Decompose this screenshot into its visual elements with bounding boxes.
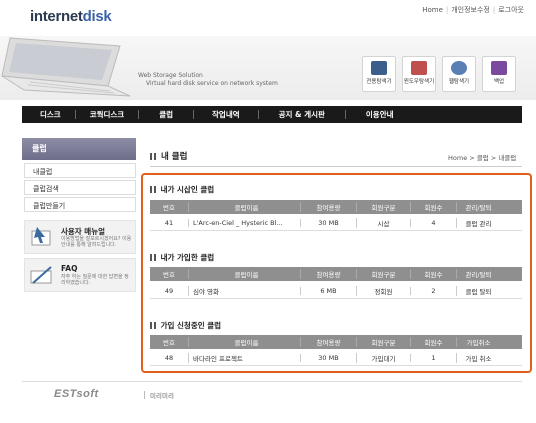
laptop-illustration (1, 37, 131, 97)
table-row: 49 심야 영화 6 MB 정회원 2 클럽 탈퇴 (150, 283, 522, 299)
table-header: 번호 클럽이름 참여용량 회원구분 회원수 관리/탈퇴 (150, 267, 522, 281)
sidebar-item-club-search[interactable]: 클럽검색 (24, 180, 136, 195)
table-header: 번호 클럽이름 참여용량 회원구분 회원수 가입취소 (150, 335, 522, 349)
page-title: 내 클럽 (150, 150, 187, 162)
main-nav: 디스크 코웍디스크 클럽 작업내역 공지 & 게시판 이용안내 (22, 106, 522, 123)
club-manage-link[interactable]: 클럽 관리 (456, 217, 500, 228)
nav-work-history[interactable]: 작업내역 (194, 109, 258, 120)
table-row: 41 L'Arc-en-Ciel _ Hysteric Bl... 30 MB 시삽 4… (150, 215, 522, 231)
breadcrumb: Home > 클럽 > 내클럽 (448, 154, 517, 162)
user-manual-banner[interactable]: 사용자 매뉴얼 이용방법을 잘모르시겠어요? 이용안내를 통해 알려드립니다. (24, 220, 136, 254)
section-title-owned: 내가 시삽인 클럽 (150, 184, 214, 195)
section-title-pending: 가입 신청중인 클럽 (150, 320, 221, 331)
footer-link[interactable]: 미리미리 (150, 390, 174, 400)
top-links: Home | 개인정보수정 | 로그아웃 (422, 6, 524, 14)
web-explorer-button[interactable]: 웹탐색기 (442, 56, 476, 92)
faq-banner[interactable]: FAQ 자주 하는 질문에 대한 답변을 정리하였습니다. (24, 258, 136, 292)
monitor-icon (371, 61, 387, 75)
home-link[interactable]: Home (422, 6, 443, 14)
web-search-icon (451, 61, 467, 75)
manual-icon (31, 227, 51, 246)
section-title-joined: 내가 가입한 클럽 (150, 252, 214, 263)
logout-link[interactable]: 로그아웃 (498, 6, 524, 14)
club-name-link[interactable]: 심야 영화 (188, 285, 300, 296)
edit-profile-link[interactable]: 개인정보수정 (451, 6, 490, 14)
backup-button[interactable]: 백업 (482, 56, 516, 92)
club-name-link[interactable]: L'Arc-en-Ciel _ Hysteric Bl... (188, 218, 300, 227)
windows-explorer-button[interactable]: 윈도우탐색기 (402, 56, 436, 92)
club-leave-link[interactable]: 클럽 탈퇴 (456, 285, 500, 296)
slogan: Web Storage Solution Virtual hard disk s… (138, 72, 278, 87)
sidebar-item-create-club[interactable]: 클럽만들기 (24, 197, 136, 212)
cancel-join-link[interactable]: 가입 취소 (456, 352, 500, 363)
table-header: 번호 클럽이름 참여용량 회원구분 회원수 관리/탈퇴 (150, 200, 522, 214)
club-name-link[interactable]: 바다라인 프로젝트 (188, 352, 300, 363)
estsoft-logo[interactable]: ESTsoft (54, 388, 99, 400)
nav-cowork-disk[interactable]: 코웍디스크 (76, 109, 139, 120)
sidebar-item-my-club[interactable]: 내클럽 (24, 163, 136, 178)
nav-notice-board[interactable]: 공지 & 게시판 (259, 109, 345, 120)
table-row: 48 바다라인 프로젝트 30 MB 가입대기 1 가입 취소 (150, 350, 522, 366)
faq-icon (30, 266, 52, 284)
backup-icon (491, 61, 507, 75)
nav-guide[interactable]: 이용안내 (346, 109, 414, 120)
nav-club[interactable]: 클럽 (139, 109, 193, 120)
dedicated-explorer-button[interactable]: 전용탐색기 (362, 56, 396, 92)
window-icon (411, 61, 427, 75)
sidebar-title: 클럽 (22, 138, 136, 160)
nav-disk[interactable]: 디스크 (22, 109, 75, 120)
internetdisk-logo[interactable]: internetdisk (30, 8, 112, 25)
